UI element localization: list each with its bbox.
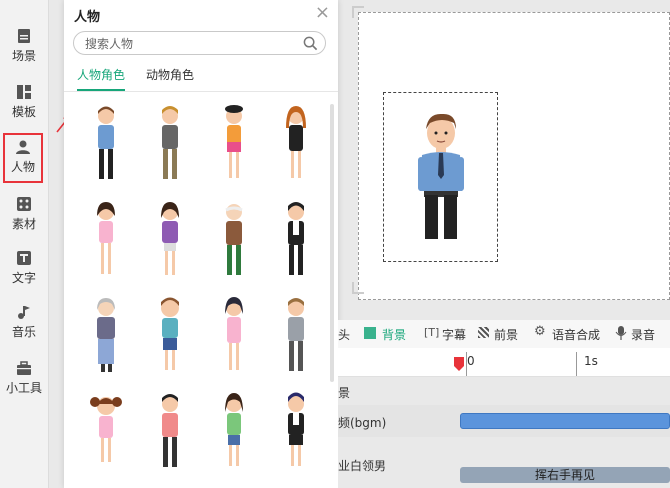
close-icon[interactable]: × xyxy=(315,4,330,22)
character-thumbnail[interactable] xyxy=(86,390,126,480)
character-thumbnail[interactable] xyxy=(276,294,316,384)
character-thumbnail[interactable] xyxy=(150,294,190,384)
sidebar-item-label: 小工具 xyxy=(5,381,42,395)
character-thumbnail[interactable] xyxy=(276,198,316,288)
mic-icon xyxy=(615,326,627,340)
search-input[interactable] xyxy=(83,35,297,53)
character-thumbnail[interactable] xyxy=(214,390,254,480)
template-icon xyxy=(17,85,31,99)
voice-track-clip[interactable]: 挥右手再见 xyxy=(460,467,670,483)
foreground-icon xyxy=(478,327,489,338)
tab-animal-characters[interactable]: 动物角色 xyxy=(146,66,194,89)
canvas-corner-handle xyxy=(352,282,364,294)
timeline-ruler[interactable]: 0 1s xyxy=(338,348,670,377)
canvas-corner-handle xyxy=(352,6,364,18)
stage-area xyxy=(346,0,670,320)
background-icon xyxy=(364,327,376,339)
panel-scrollbar[interactable] xyxy=(330,104,334,382)
sidebar-item-label: 模板 xyxy=(11,105,36,119)
sidebar-item-label: 文字 xyxy=(11,271,36,285)
sidebar-item-scene[interactable]: 场景 xyxy=(0,22,48,72)
sidebar-item-music[interactable]: 音乐 xyxy=(0,298,48,348)
selected-character[interactable] xyxy=(412,111,470,243)
subtitle-icon: [T] xyxy=(424,326,440,339)
tts-icon: ⚙ xyxy=(534,324,546,339)
tab-human-characters[interactable]: 人物角色 xyxy=(77,66,126,91)
character-thumbnail[interactable] xyxy=(86,198,126,288)
panel-title: 人物 xyxy=(74,10,101,25)
character-thumbnail[interactable] xyxy=(214,294,254,384)
character-thumbnail[interactable] xyxy=(86,102,126,192)
tab-subtitle[interactable]: 字幕 xyxy=(442,326,466,343)
sidebar-item-label: 音乐 xyxy=(11,325,36,339)
sidebar-item-text[interactable]: 文字 xyxy=(0,244,48,294)
tab-background[interactable]: 背景 xyxy=(382,326,406,343)
panel-tabs: 人物角色 动物角色 xyxy=(64,62,338,92)
sidebar-item-template[interactable]: 模板 xyxy=(0,78,48,128)
character-grid xyxy=(64,92,329,488)
characters-panel: 人物 × 人物角色 动物角色 xyxy=(64,0,338,488)
scene-icon xyxy=(18,29,30,43)
scene-canvas[interactable] xyxy=(358,12,670,300)
sidebar-item-material[interactable]: 素材 xyxy=(0,190,48,240)
material-icon xyxy=(17,197,31,211)
sidebar-item-person[interactable]: 人物 xyxy=(3,133,43,183)
row-label: 频(bgm) xyxy=(338,416,387,430)
search-box xyxy=(73,31,326,55)
character-thumbnail[interactable] xyxy=(214,198,254,288)
character-thumbnail[interactable] xyxy=(86,294,126,384)
sidebar-item-label: 素材 xyxy=(11,217,36,231)
sidebar-item-label: 场景 xyxy=(11,49,36,63)
bgm-track-clip[interactable] xyxy=(460,413,670,429)
timeline-row-voice: 业白领男 挥右手再见 xyxy=(338,437,670,488)
toolbox-icon xyxy=(17,361,31,375)
character-thumbnail[interactable] xyxy=(150,390,190,480)
character-thumbnail[interactable] xyxy=(276,390,316,480)
row-label: 景 xyxy=(338,386,351,400)
sidebar-item-label: 人物 xyxy=(10,160,35,174)
left-toolbar: 场景 模板 人物 素材 文字 音乐 小工具 xyxy=(0,0,49,488)
timeline-row-scene: 景 xyxy=(338,377,670,405)
music-icon xyxy=(18,306,30,319)
selected-character-box[interactable] xyxy=(383,92,498,262)
row-label: 业白领男 xyxy=(338,459,387,473)
timeline-toolbar: 头 背景 [T] 字幕 前景 ⚙ 语音合成 录音 xyxy=(338,320,670,349)
person-icon xyxy=(16,140,30,154)
tab-foreground[interactable]: 前景 xyxy=(494,326,518,343)
tab-head[interactable]: 头 xyxy=(338,326,350,343)
character-thumbnail[interactable] xyxy=(150,102,190,192)
ruler-label: 1s xyxy=(584,354,598,368)
timeline-row-bgm: 频(bgm) xyxy=(338,405,670,437)
ruler-label: 0 xyxy=(467,354,475,368)
character-thumbnail[interactable] xyxy=(276,102,316,192)
character-thumbnail[interactable] xyxy=(214,102,254,192)
tab-record[interactable]: 录音 xyxy=(631,326,655,343)
sidebar-item-toolbox[interactable]: 小工具 xyxy=(0,354,48,404)
text-icon xyxy=(17,251,31,265)
playhead-marker[interactable] xyxy=(454,357,464,371)
search-icon[interactable] xyxy=(303,36,318,51)
tab-tts[interactable]: 语音合成 xyxy=(552,326,600,343)
character-thumbnail[interactable] xyxy=(150,198,190,288)
ruler-tick xyxy=(576,352,577,376)
